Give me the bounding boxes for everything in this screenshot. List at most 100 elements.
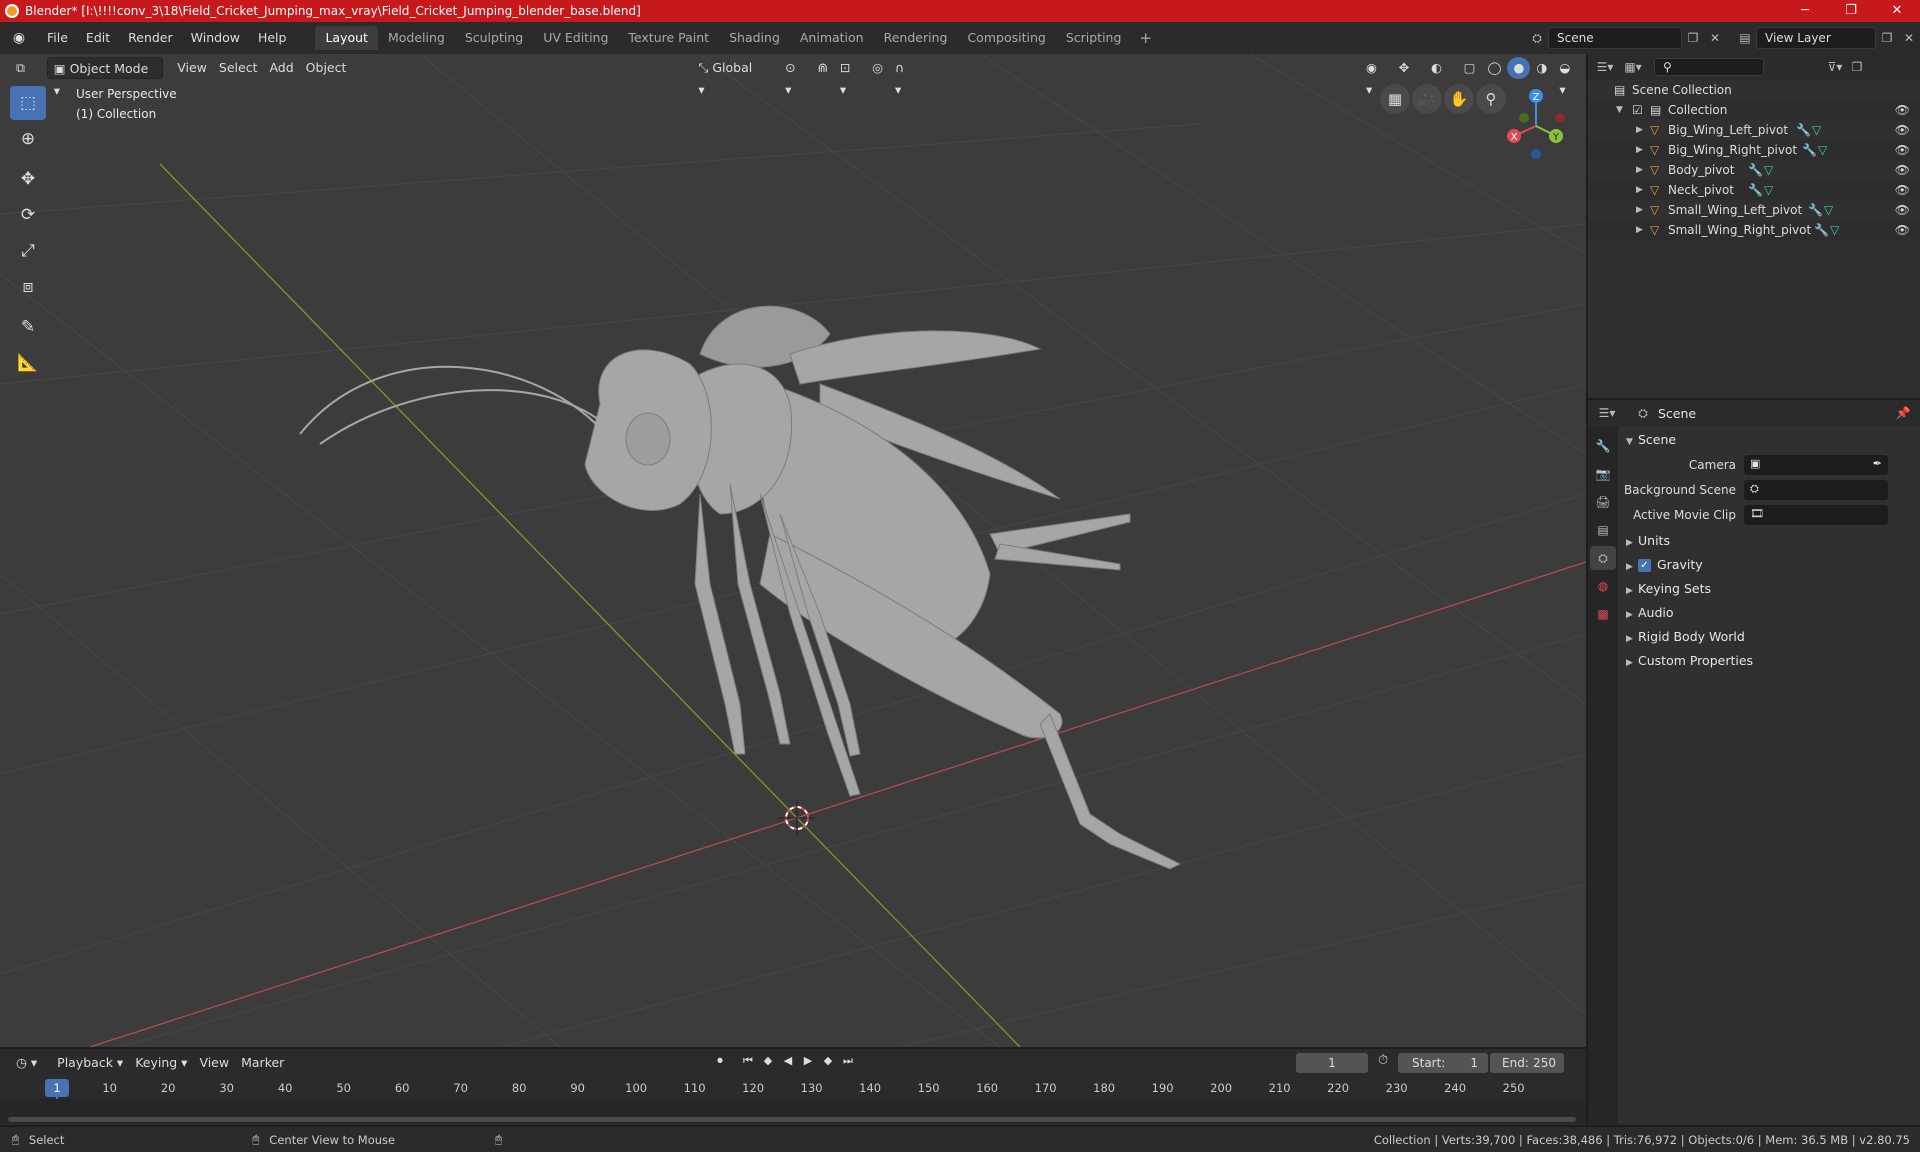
scale-tool[interactable]: ⤢ xyxy=(10,234,46,268)
rigid-body-world-panel-header[interactable]: ▶ Rigid Body World xyxy=(1618,625,1920,649)
expand-icon[interactable]: ▶ xyxy=(1636,120,1643,140)
modifier-icon[interactable]: 🔧 xyxy=(1808,200,1823,220)
timeline-menu-playback[interactable]: Playback ▾ xyxy=(51,1052,129,1074)
close-button[interactable]: ✕ xyxy=(1874,0,1920,22)
rendered-shading-icon[interactable]: ◒ ▾ xyxy=(1553,57,1586,97)
current-frame-field[interactable]: 1 xyxy=(1296,1053,1368,1073)
pivot-point-icon[interactable]: ⊙ ▾ xyxy=(779,57,811,97)
new-collection-icon[interactable]: ❐ xyxy=(1846,56,1868,78)
collection-checkbox-icon[interactable]: ☑ xyxy=(1632,100,1643,120)
tab-rendering[interactable]: Rendering xyxy=(874,26,958,50)
editor-type-icon[interactable]: ⧉ ▾ xyxy=(10,57,41,97)
timeline-menu-view[interactable]: View xyxy=(193,1052,235,1074)
material-shading-icon[interactable]: ◑ xyxy=(1530,57,1553,79)
custom-properties-panel-header[interactable]: ▶ Custom Properties xyxy=(1618,649,1920,673)
play-reverse-icon[interactable]: ◀ xyxy=(778,1054,798,1068)
mesh-data-icon[interactable]: ▽ xyxy=(1812,120,1821,140)
scene-selector[interactable]: Scene xyxy=(1548,27,1682,49)
viewport-menu-view[interactable]: View xyxy=(171,57,213,79)
add-workspace-button[interactable]: + xyxy=(1131,26,1160,50)
eye-icon[interactable]: 👁 xyxy=(1895,200,1910,220)
expand-icon[interactable]: ▶ xyxy=(1636,200,1643,220)
modifier-icon[interactable]: 🔧 xyxy=(1802,140,1817,160)
timeline-ruler[interactable]: 1 10 20 30 40 50 60 70 80 90 100 110 120 130 140 150 160… xyxy=(0,1077,1586,1123)
end-frame-field[interactable]: End: 250 xyxy=(1490,1053,1564,1073)
timeline-scrollbar[interactable] xyxy=(8,1117,1576,1122)
timeline-editor-type-icon[interactable]: ◷ ▾ xyxy=(10,1052,43,1074)
transform-orientation-dropdown[interactable]: ⤡ Global ▾ xyxy=(692,57,767,97)
snap-icon[interactable]: ⋒ xyxy=(811,57,833,79)
gizmo-toggle-icon[interactable]: ✥ ▾ xyxy=(1393,57,1425,97)
mesh-data-icon[interactable]: ▽ xyxy=(1824,200,1833,220)
tab-output[interactable]: 🖨 xyxy=(1590,490,1616,514)
tab-scene[interactable]: ⛭ xyxy=(1590,546,1616,570)
record-icon[interactable]: ⏺ xyxy=(710,1054,730,1068)
eye-icon[interactable]: 👁 xyxy=(1895,220,1910,240)
expand-icon[interactable]: ▶ xyxy=(1636,180,1643,200)
modifier-icon[interactable]: 🔧 xyxy=(1814,220,1829,240)
display-mode-icon[interactable]: ▦▾ xyxy=(1622,56,1644,78)
navigation-gizmo[interactable]: Z X Y xyxy=(1496,84,1576,164)
view-layer-selector[interactable]: View Layer xyxy=(1756,27,1876,49)
jump-start-icon[interactable]: ⏮ xyxy=(738,1054,758,1068)
eye-icon[interactable]: 👁 xyxy=(1895,180,1910,200)
eyedropper-icon[interactable]: ✒ xyxy=(1873,457,1882,470)
current-frame-marker[interactable]: 1 xyxy=(45,1079,69,1097)
eye-icon[interactable]: 👁 xyxy=(1895,160,1910,180)
timeline-track[interactable] xyxy=(0,1099,1586,1123)
new-view-layer-icon[interactable]: ❐ xyxy=(1876,27,1898,49)
pin-icon[interactable]: 📌 xyxy=(1892,402,1914,424)
scene-panel-header[interactable]: ▼ Scene xyxy=(1618,428,1920,452)
expand-icon[interactable]: ▶ xyxy=(1636,140,1643,160)
overlays-icon[interactable]: ◐ ▾ xyxy=(1425,57,1458,97)
tab-animation[interactable]: Animation xyxy=(790,26,874,50)
select-box-tool[interactable]: ⬚ xyxy=(10,86,46,120)
mesh-data-icon[interactable]: ▽ xyxy=(1818,140,1827,160)
toggle-grid-view-icon[interactable]: ▦ xyxy=(1380,84,1410,114)
move-tool[interactable]: ✥ xyxy=(10,162,46,196)
tab-modeling[interactable]: Modeling xyxy=(378,26,455,50)
maximize-button[interactable]: ❐ xyxy=(1828,0,1874,22)
eye-icon[interactable]: 👁 xyxy=(1895,120,1910,140)
jump-end-icon[interactable]: ⏭ xyxy=(838,1054,858,1068)
outliner-editor-type-icon[interactable]: ☰▾ xyxy=(1594,56,1616,78)
outliner-item-body[interactable]: ▶ ▽ Body_pivot 🔧 ▽ 👁 xyxy=(1588,160,1920,180)
timeline-menu-keying[interactable]: Keying ▾ xyxy=(129,1052,193,1074)
cursor-tool[interactable]: ⊕ xyxy=(10,122,46,156)
prev-keyframe-icon[interactable]: ◆ xyxy=(758,1054,778,1068)
tab-texture[interactable]: ▩ xyxy=(1590,602,1616,626)
scene-collection-row[interactable]: ▤ Scene Collection xyxy=(1588,80,1920,100)
keying-sets-panel-header[interactable]: ▶ Keying Sets xyxy=(1618,577,1920,601)
viewport-menu-select[interactable]: Select xyxy=(213,57,264,79)
minimize-button[interactable]: ─ xyxy=(1782,0,1828,22)
tab-scripting[interactable]: Scripting xyxy=(1056,26,1132,50)
menu-edit[interactable]: Edit xyxy=(77,22,119,54)
snap-target-icon[interactable]: ⊡ ▾ xyxy=(834,57,866,97)
outliner-item-big-wing-left[interactable]: ▶ ▽ Big_Wing_Left_pivot 🔧 ▽ 👁 xyxy=(1588,120,1920,140)
expand-icon[interactable]: ▶ xyxy=(1636,220,1643,240)
solid-shading-icon[interactable]: ● xyxy=(1507,57,1531,79)
tab-texture-paint[interactable]: Texture Paint xyxy=(618,26,719,50)
3d-viewport[interactable]: ⧉ ▾ ▣ Object Mode ▾ View Select Add Obje… xyxy=(0,54,1586,1047)
menu-help[interactable]: Help xyxy=(249,22,296,54)
delete-scene-icon[interactable]: ✕ xyxy=(1704,27,1726,49)
tab-shading[interactable]: Shading xyxy=(719,26,790,50)
camera-view-icon[interactable]: 🎥 xyxy=(1412,84,1442,114)
viewport-menu-add[interactable]: Add xyxy=(263,57,299,79)
tab-tool[interactable]: 🔧 xyxy=(1590,434,1616,458)
tab-view-layer[interactable]: ▤ xyxy=(1590,518,1616,542)
outliner-item-big-wing-right[interactable]: ▶ ▽ Big_Wing_Right_pivot 🔧 ▽ 👁 xyxy=(1588,140,1920,160)
background-scene-field[interactable]: ⛭ xyxy=(1744,479,1888,500)
menu-window[interactable]: Window xyxy=(182,22,249,54)
tab-sculpting[interactable]: Sculpting xyxy=(455,26,533,50)
play-icon[interactable]: ▶ xyxy=(798,1054,818,1068)
audio-panel-header[interactable]: ▶ Audio xyxy=(1618,601,1920,625)
collection-expand-icon[interactable]: ▼ xyxy=(1616,100,1623,120)
tab-compositing[interactable]: Compositing xyxy=(957,26,1055,50)
viewport-menu-object[interactable]: Object xyxy=(300,57,353,79)
xray-icon[interactable]: ▢ xyxy=(1458,57,1482,79)
units-panel-header[interactable]: ▶ Units xyxy=(1618,529,1920,553)
filter-icon[interactable]: ⊽▾ xyxy=(1824,56,1846,78)
camera-field[interactable]: ▣ ✒ xyxy=(1744,454,1888,475)
outliner-item-neck[interactable]: ▶ ▽ Neck_pivot 🔧 ▽ 👁 xyxy=(1588,180,1920,200)
